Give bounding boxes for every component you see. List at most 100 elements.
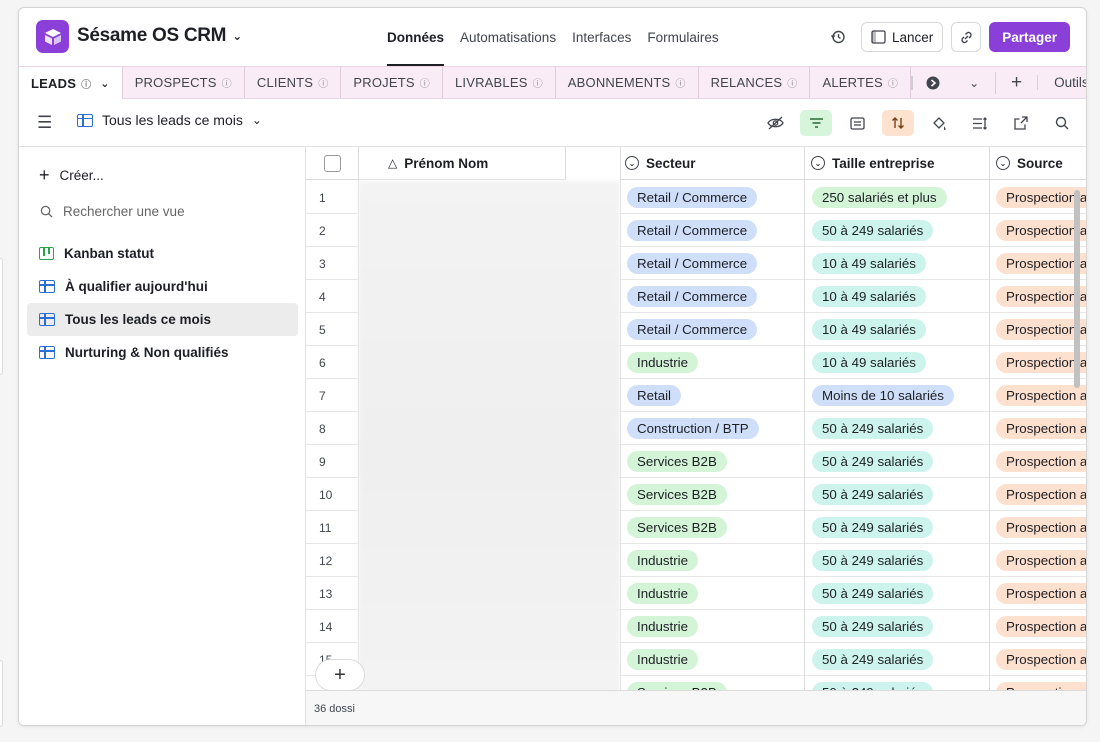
column-header-source[interactable]: ⌄ Source [990,147,1086,180]
more-tables-icon[interactable] [911,75,953,90]
source-cell[interactable]: Prospection ac [990,577,1086,610]
chevron-down-icon[interactable]: ⌄ [953,76,995,90]
column-header-taille[interactable]: ⌄ Taille entreprise [805,147,989,180]
chevron-down-icon[interactable]: ⌄ [100,77,109,90]
tools-menu[interactable]: Outils ⌄ [1037,75,1086,90]
taille-cell[interactable]: 50 à 249 salariés [806,544,989,577]
secteur-cell[interactable]: Retail [621,379,804,412]
search-icon[interactable] [1046,110,1078,136]
share-view-icon[interactable] [1005,110,1037,136]
taille-cell[interactable]: 50 à 249 salariés [806,445,989,478]
source-cell[interactable]: Prospection ac [990,445,1086,478]
info-icon[interactable]: ⓘ [420,75,430,90]
taille-cell[interactable]: 10 à 49 salariés [806,280,989,313]
tab-relances[interactable]: RELANCES ⓘ [699,67,811,98]
tab-projets[interactable]: PROJETS ⓘ [341,67,443,98]
create-view-button[interactable]: + Créer... [39,165,104,186]
taille-cell[interactable]: 50 à 249 salariés [806,610,989,643]
taille-cell[interactable]: 10 à 49 salariés [806,313,989,346]
source-cell[interactable]: Prospection ac [990,610,1086,643]
sort-icon[interactable] [882,110,914,136]
column-header-prenom-nom[interactable]: △ Prénom Nom [358,147,565,180]
tab-clients[interactable]: CLIENTS ⓘ [245,67,342,98]
secteur-cell[interactable]: Retail / Commerce [621,181,804,214]
menu-icon[interactable]: ☰ [37,113,52,133]
source-cell[interactable]: Prospection ac [990,181,1086,214]
info-icon[interactable]: ⓘ [318,75,328,90]
source-cell[interactable]: Prospection ac [990,379,1086,412]
share-button[interactable]: Partager [989,22,1070,52]
secteur-cell[interactable]: Industrie [621,544,804,577]
source-cell[interactable]: Prospection ac [990,280,1086,313]
source-cell[interactable]: Prospection ac [990,478,1086,511]
nav-interfaces[interactable]: Interfaces [564,8,639,66]
tab-alertes[interactable]: ALERTES ⓘ [810,67,912,98]
source-cell[interactable]: Prospection ac [990,346,1086,379]
column-header-secteur[interactable]: ⌄ Secteur [620,147,804,180]
info-icon[interactable]: ⓘ [888,75,898,90]
secteur-cell[interactable]: Industrie [621,577,804,610]
nav-donnees[interactable]: Données [379,8,452,66]
color-icon[interactable] [923,110,955,136]
view-item-a-qualifier[interactable]: À qualifier aujourd'hui [27,270,298,303]
source-cell[interactable]: Prospection ac [990,412,1086,445]
link-icon[interactable] [951,22,982,52]
secteur-cell[interactable]: Industrie [621,643,804,676]
view-item-nurturing[interactable]: Nurturing & Non qualifiés [27,336,298,369]
tab-livrables[interactable]: LIVRABLES ⓘ [443,67,556,98]
view-item-tous-les-leads[interactable]: Tous les leads ce mois [27,303,298,336]
taille-cell[interactable]: 250 salariés et plus [806,181,989,214]
taille-cell[interactable]: 50 à 249 salariés [806,214,989,247]
group-icon[interactable] [841,110,873,136]
info-icon[interactable]: ⓘ [675,75,685,90]
secteur-cell[interactable]: Services B2B [621,511,804,544]
row-height-icon[interactable] [964,110,996,136]
base-title[interactable]: Sésame OS CRM ⌄ [77,25,242,47]
secteur-cell[interactable]: Retail / Commerce [621,214,804,247]
taille-cell[interactable]: 50 à 249 salariés [806,643,989,676]
launch-button[interactable]: Lancer [860,22,944,52]
source-cell[interactable]: Prospection ac [990,247,1086,280]
secteur-cell[interactable]: Industrie [621,346,804,379]
tab-leads[interactable]: LEADS ⓘ ⌄ [19,67,123,99]
hide-fields-icon[interactable] [759,110,791,136]
source-cell[interactable]: Prospection ac [990,643,1086,676]
nav-formulaires[interactable]: Formulaires [639,8,726,66]
source-cell[interactable]: Prospection ac [990,214,1086,247]
secteur-cell[interactable]: Industrie [621,610,804,643]
view-item-kanban-statut[interactable]: Kanban statut [27,237,298,270]
info-icon[interactable]: ⓘ [533,75,543,90]
secteur-cell[interactable]: Retail / Commerce [621,280,804,313]
secteur-cell[interactable]: Services B2B [621,445,804,478]
info-icon[interactable]: ⓘ [787,75,797,90]
taille-cell[interactable]: 10 à 49 salariés [806,346,989,379]
history-icon[interactable] [823,22,853,52]
taille-cell[interactable]: 50 à 249 salariés [806,511,989,544]
secteur-cell[interactable]: Retail / Commerce [621,313,804,346]
taille-cell[interactable]: 50 à 249 salariés [806,412,989,445]
view-search[interactable]: Rechercher une vue [40,204,185,219]
add-table-icon[interactable]: + [995,71,1037,94]
app-logo-icon[interactable] [36,20,69,53]
tab-prospects[interactable]: PROSPECTS ⓘ [123,67,245,98]
tab-abonnements[interactable]: ABONNEMENTS ⓘ [556,67,699,98]
add-record-button[interactable]: + [315,659,365,691]
taille-cell[interactable]: 10 à 49 salariés [806,247,989,280]
taille-cell[interactable]: Moins de 10 salariés [806,379,989,412]
source-cell[interactable]: Prospection ac [990,313,1086,346]
info-icon[interactable]: ⓘ [222,75,232,90]
source-cell[interactable]: Prospection ac [990,511,1086,544]
info-icon[interactable]: ⓘ [81,76,91,91]
select-all-checkbox[interactable] [324,154,341,172]
nav-automatisations[interactable]: Automatisations [452,8,564,66]
source-cell[interactable]: Prospection ac [990,544,1086,577]
vertical-scrollbar[interactable] [1074,190,1080,388]
secteur-cell[interactable]: Retail / Commerce [621,247,804,280]
taille-tag: 10 à 49 salariés [812,352,926,373]
taille-cell[interactable]: 50 à 249 salariés [806,577,989,610]
view-switcher[interactable]: Tous les leads ce mois ⌄ [77,112,262,128]
secteur-cell[interactable]: Services B2B [621,478,804,511]
taille-cell[interactable]: 50 à 249 salariés [806,478,989,511]
secteur-cell[interactable]: Construction / BTP [621,412,804,445]
filter-icon[interactable] [800,110,832,136]
